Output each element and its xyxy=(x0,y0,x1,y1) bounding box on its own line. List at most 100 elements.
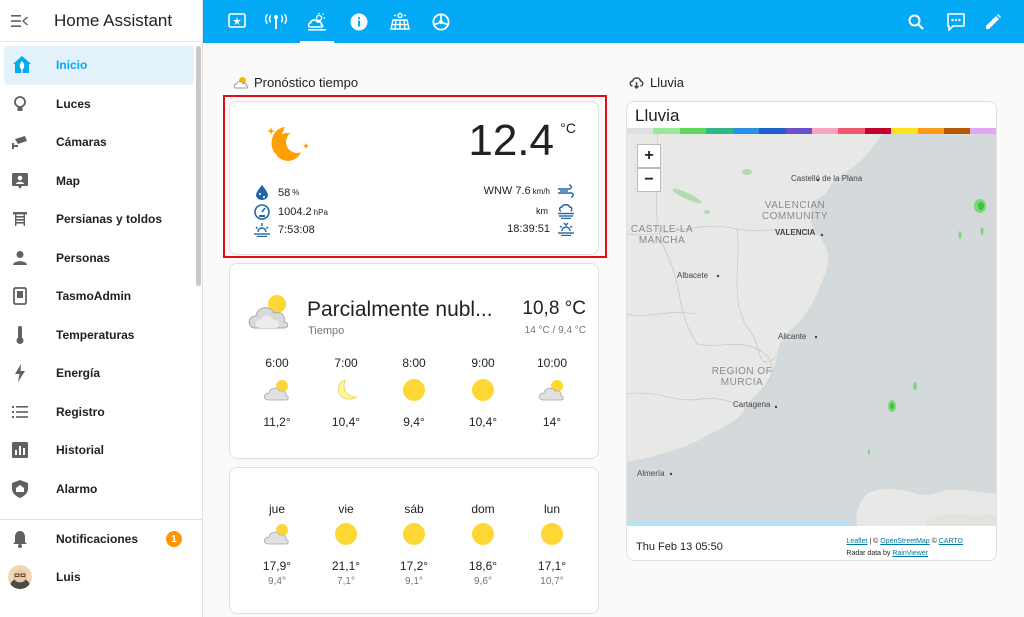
hourly-temp: 10,4° xyxy=(468,415,498,429)
avatar xyxy=(8,565,32,589)
radar-timestamp: Thu Feb 13 05:50 xyxy=(636,541,723,553)
hourly-time: 6:00 xyxy=(265,356,289,370)
zoom-out-button[interactable]: − xyxy=(637,168,661,192)
condition-range: 14 °C / 9,4 °C xyxy=(524,325,586,336)
sidebar-nav: Inicio Luces Cámaras Map Persianas y tol… xyxy=(0,46,196,508)
blinds-icon xyxy=(0,211,40,227)
flash-icon xyxy=(0,364,40,383)
hourly-temp: 14° xyxy=(542,415,562,429)
sidebar-title: Home Assistant xyxy=(54,10,173,30)
partly-cloudy-icon xyxy=(263,524,289,545)
shield-icon xyxy=(0,479,40,498)
moon-icon xyxy=(337,379,358,400)
sidebar-item-label: Alarmo xyxy=(56,481,98,496)
sidebar-item-alarmo[interactable]: Alarmo xyxy=(0,470,196,509)
sidebar-item-user[interactable]: Luis xyxy=(0,558,202,596)
sidebar-item-label: Registro xyxy=(56,404,105,419)
daily-day: dom xyxy=(471,502,495,516)
map-footer: Thu Feb 13 05:50 Leaflet | © OpenStreetM… xyxy=(627,532,996,560)
radar-map[interactable]: + − Castelló de la Plana VALENCIAN COMMU… xyxy=(627,134,996,526)
daily-low: 10,7° xyxy=(540,576,564,587)
daily-high: 17,2° xyxy=(399,559,429,573)
zoom-in-button[interactable]: + xyxy=(637,144,661,168)
condition-text: Parcialmente nubl... xyxy=(307,298,493,321)
chart-icon xyxy=(0,442,40,459)
sidebar-item-map[interactable]: Map xyxy=(0,162,196,201)
sidebar-bottom: Notificaciones 1 Luis xyxy=(0,519,202,596)
rain-map-card[interactable]: Lluvia + − Castelló de la Plana VALENCIA… xyxy=(626,101,997,561)
hourly-temp: 10,4° xyxy=(331,415,361,429)
carto-link[interactable]: CARTO xyxy=(939,538,963,545)
sidebar-item-temperaturas[interactable]: Temperaturas xyxy=(0,316,196,355)
sidebar-item-label: TasmoAdmin xyxy=(56,289,132,304)
leaflet-link[interactable]: Leaflet xyxy=(846,538,867,545)
sidebar-item-label: Energía xyxy=(56,366,101,381)
search-button[interactable] xyxy=(900,0,932,43)
partly-cloudy-icon xyxy=(538,380,564,401)
daily-low: 9,1° xyxy=(405,576,423,587)
rain-section-header: Lluvia xyxy=(629,75,684,90)
dashboard-icon xyxy=(228,12,246,28)
tab-antenna[interactable] xyxy=(259,0,293,43)
sidebar-item-camaras[interactable]: Cámaras xyxy=(0,123,196,162)
partly-cloudy-icon xyxy=(248,295,289,329)
map-label-almeria: Almería xyxy=(637,469,665,478)
sidebar-item-persianas[interactable]: Persianas y toldos xyxy=(0,200,196,239)
partly-cloudy-icon xyxy=(263,380,289,401)
sidebar-item-inicio[interactable]: Inicio xyxy=(4,46,194,85)
tab-steering[interactable] xyxy=(424,0,458,43)
sun-icon xyxy=(403,379,425,401)
sidebar-item-tasmoadmin[interactable]: TasmoAdmin xyxy=(0,277,196,316)
sidebar-item-registro[interactable]: Registro xyxy=(0,393,196,432)
hourly-item: 8:00 9,4° xyxy=(384,356,444,429)
tab-weather[interactable] xyxy=(300,0,334,43)
cctv-icon xyxy=(0,134,40,150)
rainviewer-link[interactable]: RainViewer xyxy=(892,550,928,557)
highlight-box xyxy=(223,95,607,258)
sun-icon xyxy=(472,379,494,401)
openstreetmap-link[interactable]: OpenStreetMap xyxy=(880,538,929,545)
hourly-item: 6:00 11,2° xyxy=(247,356,307,429)
tab-info[interactable] xyxy=(342,0,376,43)
sidebar: Home Assistant Inicio Luces Cámaras Map … xyxy=(0,0,203,617)
hourly-item: 7:00 10,4° xyxy=(316,356,376,429)
cloud-download-icon xyxy=(629,77,644,89)
weather-icon xyxy=(307,12,326,31)
radar-data-text: Radar data by xyxy=(846,550,893,557)
daily-low: 9,4° xyxy=(268,576,286,587)
map-label-valencia: VALENCIA xyxy=(775,228,816,237)
hourly-time: 9:00 xyxy=(471,356,495,370)
solar-icon xyxy=(390,12,410,30)
lightbulb-icon xyxy=(0,95,40,113)
hourly-item: 9:00 10,4° xyxy=(453,356,513,429)
sidebar-item-personas[interactable]: Personas xyxy=(0,239,196,278)
hourly-forecast-card[interactable]: Parcialmente nubl... Tiempo 10,8 °C 14 °… xyxy=(229,263,599,459)
sidebar-item-luces[interactable]: Luces xyxy=(0,85,196,124)
sidebar-item-notificaciones[interactable]: Notificaciones 1 xyxy=(0,520,202,558)
sidebar-item-label: Luis xyxy=(56,570,81,584)
tab-solar[interactable] xyxy=(383,0,417,43)
hourly-time: 8:00 xyxy=(402,356,426,370)
menu-toggle-button[interactable] xyxy=(0,14,40,28)
sidebar-item-label: Cámaras xyxy=(56,135,107,150)
search-icon xyxy=(908,14,924,30)
sun-icon xyxy=(335,523,357,545)
assist-icon xyxy=(947,12,965,31)
forecast-section-header: Pronóstico tiempo xyxy=(233,75,358,90)
sidebar-item-historial[interactable]: Historial xyxy=(0,431,196,470)
assist-button[interactable] xyxy=(940,0,972,43)
daily-day: jue xyxy=(268,502,285,516)
sidebar-item-energia[interactable]: Energía xyxy=(0,354,196,393)
list-icon xyxy=(0,405,40,419)
sidebar-item-label: Persianas y toldos xyxy=(56,212,163,227)
daily-low: 7,1° xyxy=(337,576,355,587)
daily-day: sáb xyxy=(404,502,424,516)
daily-day: lun xyxy=(543,502,560,516)
daily-item: jue 17,9° 9,4° xyxy=(247,502,307,587)
sidebar-scrollbar[interactable] xyxy=(196,46,201,286)
tab-dashboard[interactable] xyxy=(220,0,254,43)
hourly-temp: 9,4° xyxy=(403,415,425,429)
daily-forecast-card[interactable]: jue 17,9° 9,4° vie 21,1° 7,1° sáb 17,2° … xyxy=(229,467,599,614)
map-label-alicante: Alicante xyxy=(778,332,807,341)
edit-dashboard-button[interactable] xyxy=(977,0,1009,43)
